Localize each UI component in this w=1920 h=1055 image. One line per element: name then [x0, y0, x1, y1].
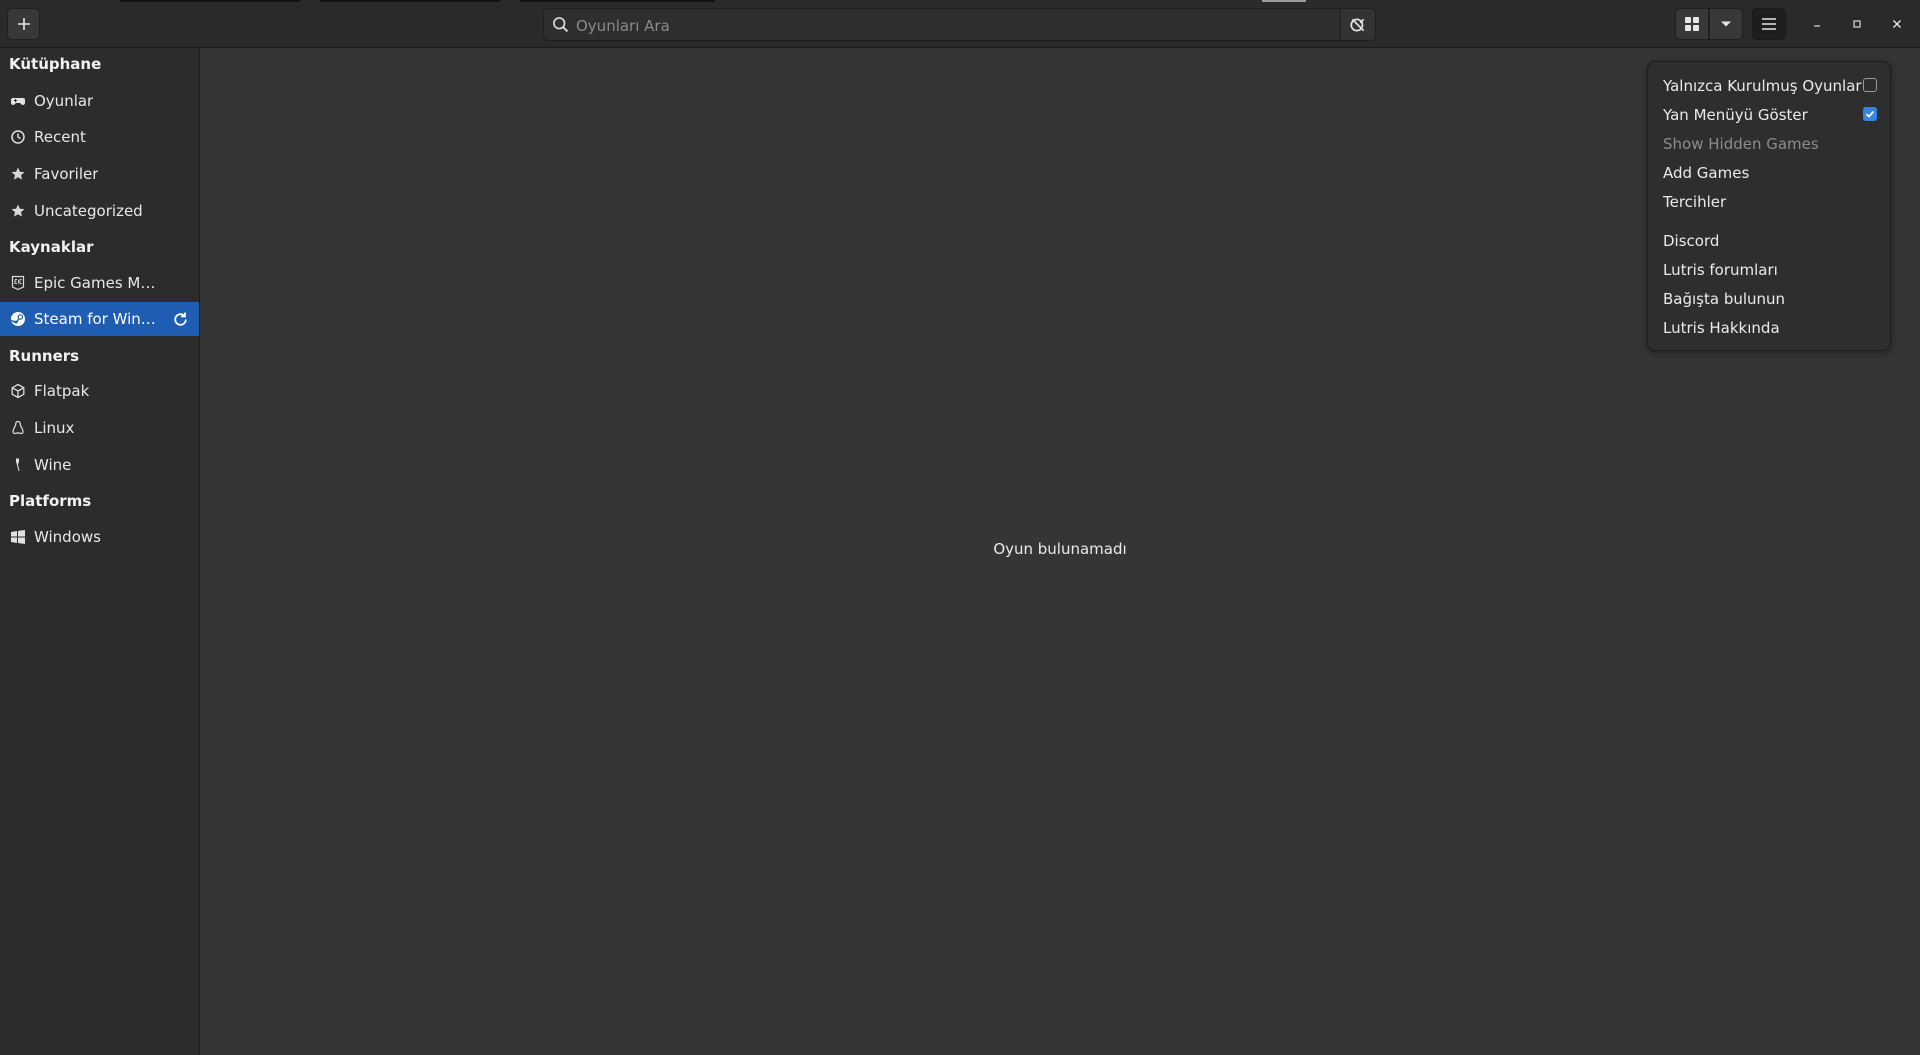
menu-item-label: Yan Menüyü Göster	[1663, 106, 1808, 124]
tab-strip-line	[320, 0, 500, 2]
menu-item-show-hidden-games: Show Hidden Games	[1663, 130, 1877, 158]
linux-tux-icon	[10, 420, 26, 436]
sidebar-item-steam-windows[interactable]: Steam for Windows	[0, 302, 199, 336]
tab-strip-line	[1262, 0, 1306, 2]
section-title-library: Kütüphane	[9, 55, 102, 73]
grid-icon	[1685, 17, 1699, 31]
sidebar-item-epic-games[interactable]: Epic Games Mağazası	[0, 266, 199, 300]
menu-item-about[interactable]: Lutris Hakkında	[1663, 314, 1877, 342]
menu-item-label: Show Hidden Games	[1663, 135, 1819, 153]
menu-item-label: Lutris Hakkında	[1663, 319, 1780, 337]
menu-item-preferences[interactable]: Tercihler	[1663, 188, 1877, 216]
sidebar-item-label: Epic Games Mağazası	[34, 274, 164, 292]
gamepad-icon	[10, 93, 26, 109]
sidebar-item-label: Uncategorized	[34, 202, 143, 220]
epic-games-icon	[10, 275, 26, 291]
section-title-runners: Runners	[9, 347, 80, 365]
sidebar-item-label: Windows	[34, 528, 101, 546]
sidebar-item-uncategorized[interactable]: Uncategorized	[0, 194, 199, 228]
sidebar-item-label: Flatpak	[34, 382, 90, 400]
view-options-dropdown[interactable]	[1709, 8, 1743, 40]
windows-logo-icon	[10, 529, 26, 545]
main-menu-button[interactable]	[1752, 8, 1786, 40]
menu-item-label: Add Games	[1663, 164, 1750, 182]
empty-games-message: Oyun bulunamadı	[993, 540, 1127, 558]
grid-view-button[interactable]	[1675, 8, 1709, 40]
sidebar-item-windows[interactable]: Windows	[0, 520, 199, 554]
chevron-down-icon	[1721, 21, 1731, 27]
hamburger-icon	[1762, 18, 1776, 30]
tab-strip-line	[520, 0, 715, 2]
tab-strip-line	[120, 0, 300, 2]
menu-item-donate[interactable]: Bağışta bulunun	[1663, 285, 1877, 313]
sidebar-item-label: Steam for Windows	[34, 310, 164, 328]
sidebar-item-flatpak[interactable]: Flatpak	[0, 374, 199, 408]
menu-item-label: Lutris forumları	[1663, 261, 1778, 279]
menu-item-label: Bağışta bulunun	[1663, 290, 1786, 308]
section-title-sources: Kaynaklar	[9, 238, 94, 256]
refresh-icon[interactable]	[172, 311, 189, 332]
sidebar-item-linux[interactable]: Linux	[0, 411, 199, 445]
add-game-button[interactable]	[7, 8, 40, 40]
sidebar-item-wine[interactable]: Wine	[0, 448, 199, 482]
search-icon	[553, 17, 569, 33]
search-filter-button[interactable]	[1340, 9, 1375, 40]
header-bar	[0, 0, 1920, 48]
sidebar-item-label: Oyunlar	[34, 92, 94, 110]
filter-off-icon	[1350, 18, 1365, 31]
steam-icon	[10, 311, 26, 327]
menu-item-label: Yalnızca Kurulmuş Oyunlar	[1663, 77, 1862, 95]
section-title-platforms: Platforms	[9, 492, 92, 510]
clock-icon	[10, 129, 26, 145]
menu-item-discord[interactable]: Discord	[1663, 227, 1877, 255]
menu-item-label: Tercihler	[1663, 193, 1727, 211]
sidebar-item-label: Linux	[34, 419, 75, 437]
wine-glass-icon	[10, 457, 26, 473]
menu-item-installed-only[interactable]: Yalnızca Kurulmuş Oyunlar	[1663, 72, 1877, 100]
search-field[interactable]	[543, 8, 1376, 42]
sidebar: Kütüphane Oyunlar Recent Favoriler Uncat…	[0, 48, 200, 1055]
sidebar-item-label: Wine	[34, 456, 72, 474]
minimize-icon	[1814, 25, 1820, 27]
close-button[interactable]	[1885, 12, 1909, 36]
menu-item-show-sidebar[interactable]: Yan Menüyü Göster	[1663, 101, 1877, 129]
sidebar-item-label: Recent	[34, 128, 86, 146]
sidebar-item-recent[interactable]: Recent	[0, 120, 199, 154]
search-input[interactable]	[574, 9, 1318, 42]
checkmark-icon	[1865, 110, 1875, 118]
sidebar-item-label: Favoriler	[34, 165, 99, 183]
menu-item-add-games[interactable]: Add Games	[1663, 159, 1877, 187]
installed-only-checkbox[interactable]	[1863, 78, 1877, 92]
flatpak-icon	[10, 383, 26, 399]
sidebar-item-games[interactable]: Oyunlar	[0, 84, 199, 118]
show-sidebar-checkbox[interactable]	[1863, 107, 1877, 121]
star-icon	[10, 203, 26, 219]
menu-item-forums[interactable]: Lutris forumları	[1663, 256, 1877, 284]
close-icon	[1893, 20, 1901, 28]
star-icon	[10, 166, 26, 182]
maximize-button[interactable]	[1845, 12, 1869, 36]
maximize-icon	[1853, 20, 1861, 28]
plus-icon	[17, 18, 30, 30]
main-menu-popover: Yalnızca Kurulmuş Oyunlar Yan Menüyü Gös…	[1647, 61, 1891, 351]
minimize-button[interactable]	[1805, 12, 1829, 36]
sidebar-item-favorites[interactable]: Favoriler	[0, 157, 199, 191]
menu-item-label: Discord	[1663, 232, 1720, 250]
